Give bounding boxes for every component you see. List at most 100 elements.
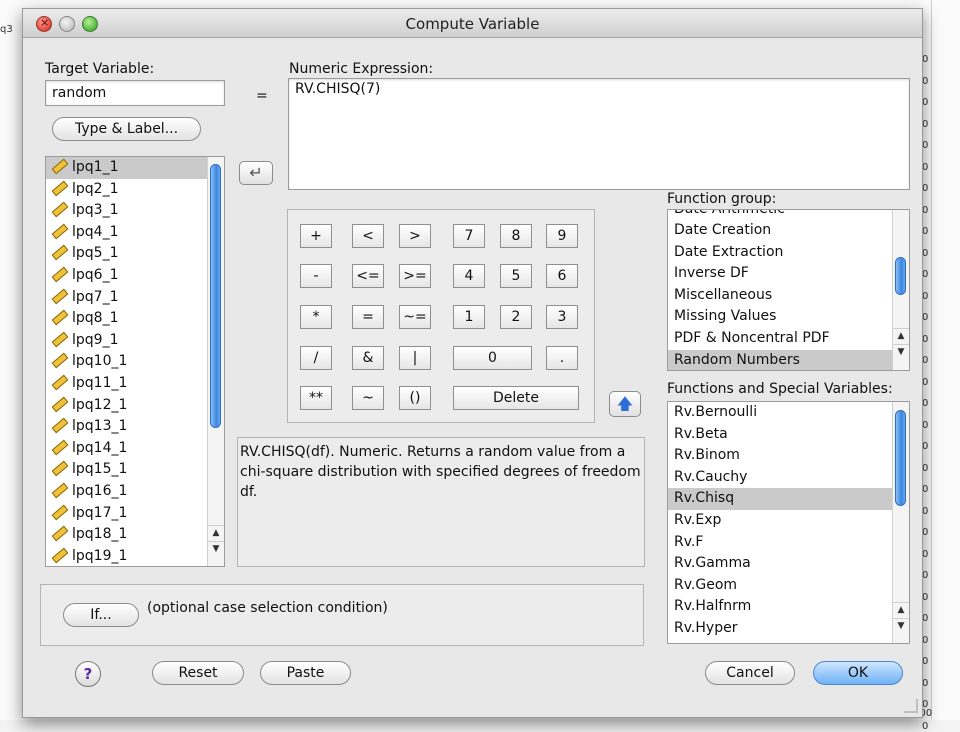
variable-item[interactable]: lpq7_1 <box>46 287 224 309</box>
target-variable-label: Target Variable: <box>45 61 155 77</box>
variable-item[interactable]: lpq5_1 <box>46 243 224 265</box>
function-group-item[interactable]: Date Extraction <box>668 242 909 264</box>
numeric-expression-input[interactable]: RV.CHISQ(7) <box>288 78 910 190</box>
target-variable-input[interactable] <box>45 80 225 106</box>
variable-item[interactable]: lpq18_1 <box>46 524 224 546</box>
variable-item[interactable]: lpq12_1 <box>46 395 224 417</box>
keypad-key[interactable]: > <box>399 224 431 248</box>
variable-item[interactable]: lpq1_1 <box>46 157 224 179</box>
keypad-key[interactable]: Delete <box>453 386 579 410</box>
function-item[interactable]: Rv.Chisq <box>668 488 909 510</box>
function-group-list[interactable]: Date Arithmetic Date CreationDate Extrac… <box>667 209 910 371</box>
cancel-button[interactable]: Cancel <box>705 661 795 685</box>
function-group-item[interactable]: Inverse DF <box>668 263 909 285</box>
function-group-item[interactable]: Miscellaneous <box>668 285 909 307</box>
function-item[interactable]: Rv.Bernoulli <box>668 402 909 424</box>
variable-item[interactable]: lpq16_1 <box>46 481 224 503</box>
function-group-item[interactable]: Missing Values <box>668 306 909 328</box>
scroll-up-arrow-icon[interactable]: ▲ <box>893 602 909 617</box>
function-item[interactable]: Rv.Halfnrm <box>668 596 909 618</box>
variable-item[interactable]: lpq9_1 <box>46 330 224 352</box>
title-bar: × Compute Variable <box>23 9 922 38</box>
variable-item[interactable]: lpq2_1 <box>46 179 224 201</box>
variable-item[interactable]: lpq11_1 <box>46 373 224 395</box>
help-button[interactable]: ? <box>75 661 101 687</box>
function-item[interactable]: Rv.Cauchy <box>668 467 909 489</box>
resize-grip-icon[interactable] <box>904 699 918 713</box>
reset-button[interactable]: Reset <box>152 661 244 685</box>
variable-item[interactable]: lpq19_1 <box>46 546 224 566</box>
variable-item[interactable]: lpq3_1 <box>46 200 224 222</box>
functions-scroll-thumb[interactable] <box>895 410 906 506</box>
move-function-up-button[interactable]: 🡅 <box>609 391 641 417</box>
keypad-key[interactable]: < <box>352 224 384 248</box>
if-button[interactable]: If... <box>63 603 139 627</box>
functions-list-scrollbar[interactable]: ▲ ▼ <box>892 402 909 643</box>
variable-list-scrollbar[interactable]: ▲ ▼ <box>207 157 224 566</box>
keypad-key[interactable]: >= <box>399 264 431 288</box>
keypad-key[interactable]: ~ <box>352 386 384 410</box>
function-item[interactable]: Rv.Exp <box>668 510 909 532</box>
keypad-key[interactable]: 3 <box>546 305 578 329</box>
function-item[interactable]: Rv.Binom <box>668 445 909 467</box>
question-mark-icon: ? <box>83 665 93 683</box>
scroll-down-arrow-icon[interactable]: ▼ <box>893 344 909 359</box>
keypad-key[interactable]: * <box>300 305 332 329</box>
function-description: RV.CHISQ(df). Numeric. Returns a random … <box>237 437 645 567</box>
keypad-key[interactable]: 2 <box>500 305 532 329</box>
keypad-key[interactable]: ** <box>300 386 332 410</box>
keypad-key[interactable]: / <box>300 346 332 370</box>
function-group-item[interactable]: PDF & Noncentral PDF <box>668 328 909 350</box>
keypad-key[interactable]: 1 <box>453 305 485 329</box>
scroll-up-arrow-icon[interactable]: ▲ <box>208 525 224 540</box>
function-group-scroll-thumb[interactable] <box>895 257 906 295</box>
variable-list[interactable]: lpq1_1 lpq2_1 lpq3_1 lpq4_1 lpq5_1 lpq6_1 lpq7… <box>45 156 225 567</box>
type-label-button[interactable]: Type & Label... <box>52 117 201 141</box>
variable-item[interactable]: lpq4_1 <box>46 222 224 244</box>
function-item[interactable]: Rv.Beta <box>668 424 909 446</box>
variable-name: lpq7_1 <box>72 288 119 305</box>
function-group-partial-item[interactable]: Date Arithmetic <box>668 210 785 220</box>
functions-rows: Rv.Bernoulli Rv.Beta Rv.Binom Rv.Cauchy Rv.C… <box>668 402 909 640</box>
functions-label: Functions and Special Variables: <box>667 381 893 397</box>
keypad-key[interactable]: () <box>399 386 431 410</box>
keypad-key[interactable]: ~= <box>399 305 431 329</box>
keypad-key[interactable]: 4 <box>453 264 485 288</box>
keypad-key[interactable]: & <box>352 346 384 370</box>
keypad-key[interactable]: . <box>546 346 578 370</box>
keypad-key[interactable]: - <box>300 264 332 288</box>
variable-item[interactable]: lpq13_1 <box>46 416 224 438</box>
variable-item[interactable]: lpq8_1 <box>46 308 224 330</box>
keypad-key[interactable]: 9 <box>546 224 578 248</box>
keypad-key[interactable]: <= <box>352 264 384 288</box>
scroll-up-arrow-icon[interactable]: ▲ <box>893 328 909 343</box>
variable-scroll-thumb[interactable] <box>210 164 221 428</box>
keypad-key[interactable]: + <box>300 224 332 248</box>
variable-item[interactable]: lpq10_1 <box>46 351 224 373</box>
variable-item[interactable]: lpq6_1 <box>46 265 224 287</box>
function-group-item[interactable]: Random Numbers <box>668 349 909 370</box>
variable-item[interactable]: lpq17_1 <box>46 503 224 525</box>
function-group-item[interactable]: Date Creation <box>668 220 909 242</box>
keypad-key[interactable]: 5 <box>500 264 532 288</box>
scroll-down-arrow-icon[interactable]: ▼ <box>208 541 224 556</box>
keypad-key[interactable]: 0 <box>453 346 532 370</box>
keypad-key[interactable]: 6 <box>546 264 578 288</box>
keypad-key[interactable]: | <box>399 346 431 370</box>
scroll-down-arrow-icon[interactable]: ▼ <box>893 618 909 633</box>
variable-item[interactable]: lpq15_1 <box>46 459 224 481</box>
function-item[interactable]: Rv.Gamma <box>668 553 909 575</box>
variable-name: lpq14_1 <box>72 439 128 456</box>
variable-item[interactable]: lpq14_1 <box>46 438 224 460</box>
function-item[interactable]: Rv.F <box>668 532 909 554</box>
keypad-key[interactable]: = <box>352 305 384 329</box>
move-to-expression-button[interactable]: ↵ <box>239 161 273 185</box>
function-item[interactable]: Rv.Geom <box>668 575 909 597</box>
functions-list[interactable]: Rv.Bernoulli Rv.Beta Rv.Binom Rv.Cauchy Rv.C… <box>667 401 910 644</box>
ok-button[interactable]: OK <box>813 661 903 685</box>
paste-button[interactable]: Paste <box>260 661 351 685</box>
keypad-key[interactable]: 8 <box>500 224 532 248</box>
function-item[interactable]: Rv.Hyper <box>668 618 909 640</box>
keypad-key[interactable]: 7 <box>453 224 485 248</box>
function-group-scrollbar[interactable]: ▲ ▼ <box>892 210 909 370</box>
